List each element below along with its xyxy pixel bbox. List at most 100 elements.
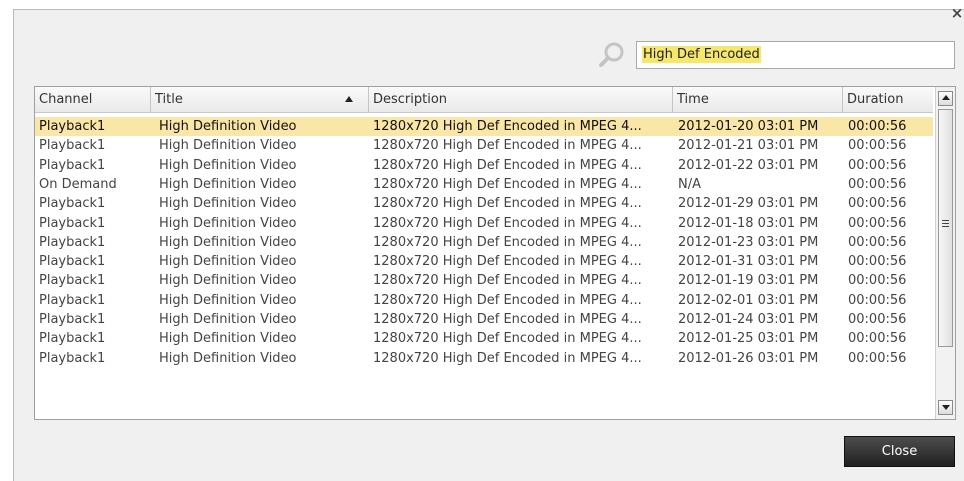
column-header-time[interactable]: Time xyxy=(672,87,842,112)
cell-time: 2012-01-21 03:01 PM xyxy=(678,138,819,154)
cell-channel: Playback1 xyxy=(39,292,106,308)
cell-title: High Definition Video xyxy=(159,273,297,289)
column-header-title-label: Title xyxy=(155,92,183,107)
close-icon[interactable]: × xyxy=(950,3,964,23)
cell-description: 1280x720 High Def Encoded in MPEG 4... xyxy=(373,292,642,308)
scroll-thumb[interactable] xyxy=(938,109,953,347)
cell-time: 2012-02-01 03:01 PM xyxy=(678,292,819,308)
results-table: Channel Title Description Time Duration … xyxy=(34,86,956,420)
cell-duration: 00:00:56 xyxy=(848,138,907,154)
scroll-up-button[interactable] xyxy=(938,91,953,106)
cell-duration: 00:00:56 xyxy=(848,273,907,289)
cell-description: 1280x720 High Def Encoded in MPEG 4... xyxy=(373,273,642,289)
sort-ascending-icon xyxy=(345,96,353,102)
cell-description: 1280x720 High Def Encoded in MPEG 4... xyxy=(373,119,642,134)
cell-duration: 00:00:56 xyxy=(848,254,907,270)
grip-icon xyxy=(942,220,949,229)
cell-duration: 00:00:56 xyxy=(848,312,907,327)
table-row[interactable]: Playback1 High Definition Video 1280x720 H… xyxy=(35,329,933,348)
cell-description: 1280x720 High Def Encoded in MPEG 4... xyxy=(373,157,642,173)
table-row[interactable]: Playback1 High Definition Video 1280x720 H… xyxy=(35,310,933,329)
column-header-duration[interactable]: Duration xyxy=(842,87,933,112)
chevron-down-icon xyxy=(942,405,950,410)
close-button[interactable]: Close xyxy=(844,436,955,467)
table-row[interactable]: On Demand High Definition Video 1280x720 H… xyxy=(35,175,933,194)
cell-time: 2012-01-31 03:01 PM xyxy=(678,254,819,270)
cell-title: High Definition Video xyxy=(159,196,297,212)
scroll-down-button[interactable] xyxy=(938,400,953,415)
search-input[interactable]: High Def Encoded xyxy=(636,41,955,69)
cell-duration: 00:00:56 xyxy=(848,196,907,212)
table-row[interactable]: Playback1 High Definition Video 1280x720 H… xyxy=(35,117,933,136)
table-row[interactable]: Playback1 High Definition Video 1280x720 H… xyxy=(35,271,933,290)
cell-duration: 00:00:56 xyxy=(848,215,907,231)
cell-time: 2012-01-24 03:01 PM xyxy=(678,312,819,327)
column-header-description[interactable]: Description xyxy=(368,87,672,112)
cell-channel: On Demand xyxy=(39,176,117,192)
cell-title: High Definition Video xyxy=(159,215,297,231)
cell-title: High Definition Video xyxy=(159,157,297,173)
cell-time: N/A xyxy=(678,176,701,192)
cell-channel: Playback1 xyxy=(39,312,106,327)
cell-title: High Definition Video xyxy=(159,331,297,347)
cell-description: 1280x720 High Def Encoded in MPEG 4... xyxy=(373,196,642,212)
cell-time: 2012-01-18 03:01 PM xyxy=(678,215,819,231)
cell-time: 2012-01-26 03:01 PM xyxy=(678,350,819,366)
cell-duration: 00:00:56 xyxy=(848,119,907,134)
table-row[interactable]: Playback1 High Definition Video 1280x720 H… xyxy=(35,136,933,155)
cell-duration: 00:00:56 xyxy=(848,157,907,173)
cell-title: High Definition Video xyxy=(159,292,297,308)
cell-channel: Playback1 xyxy=(39,157,106,173)
search-input-value: High Def Encoded xyxy=(642,46,761,63)
cell-time: 2012-01-29 03:01 PM xyxy=(678,196,819,212)
cell-channel: Playback1 xyxy=(39,138,106,154)
column-header-title[interactable]: Title xyxy=(150,87,368,112)
table-header: Channel Title Description Time Duration xyxy=(35,87,933,113)
cell-channel: Playback1 xyxy=(39,119,106,134)
table-row[interactable]: Playback1 High Definition Video 1280x720 H… xyxy=(35,349,933,368)
cell-time: 2012-01-20 03:01 PM xyxy=(678,119,819,134)
search-icon[interactable] xyxy=(597,40,627,70)
cell-duration: 00:00:56 xyxy=(848,331,907,347)
vertical-scrollbar[interactable] xyxy=(935,87,955,419)
cell-description: 1280x720 High Def Encoded in MPEG 4... xyxy=(373,138,642,154)
column-header-channel[interactable]: Channel xyxy=(35,87,150,112)
cell-description: 1280x720 High Def Encoded in MPEG 4... xyxy=(373,312,642,327)
cell-description: 1280x720 High Def Encoded in MPEG 4... xyxy=(373,176,642,192)
cell-title: High Definition Video xyxy=(159,312,297,327)
cell-duration: 00:00:56 xyxy=(848,350,907,366)
chevron-up-icon xyxy=(942,95,950,100)
cell-description: 1280x720 High Def Encoded in MPEG 4... xyxy=(373,331,642,347)
cell-description: 1280x720 High Def Encoded in MPEG 4... xyxy=(373,234,642,250)
cell-description: 1280x720 High Def Encoded in MPEG 4... xyxy=(373,215,642,231)
cell-title: High Definition Video xyxy=(159,234,297,250)
cell-duration: 00:00:56 xyxy=(848,292,907,308)
cell-title: High Definition Video xyxy=(159,254,297,270)
cell-channel: Playback1 xyxy=(39,196,106,212)
cell-description: 1280x720 High Def Encoded in MPEG 4... xyxy=(373,254,642,270)
cell-duration: 00:00:56 xyxy=(848,234,907,250)
cell-time: 2012-01-25 03:01 PM xyxy=(678,331,819,347)
cell-title: High Definition Video xyxy=(159,119,297,134)
cell-channel: Playback1 xyxy=(39,254,106,270)
cell-channel: Playback1 xyxy=(39,273,106,289)
table-row[interactable]: Playback1 High Definition Video 1280x720 H… xyxy=(35,214,933,233)
cell-duration: 00:00:56 xyxy=(848,176,907,192)
cell-time: 2012-01-19 03:01 PM xyxy=(678,273,819,289)
table-row[interactable]: Playback1 High Definition Video 1280x720 H… xyxy=(35,233,933,252)
cell-title: High Definition Video xyxy=(159,350,297,366)
search-results-dialog: × High Def Encoded Channel Title Descrip… xyxy=(13,4,964,481)
table-row[interactable]: Playback1 High Definition Video 1280x720 H… xyxy=(35,291,933,310)
cell-channel: Playback1 xyxy=(39,215,106,231)
table-row[interactable]: Playback1 High Definition Video 1280x720 H… xyxy=(35,252,933,271)
cell-title: High Definition Video xyxy=(159,138,297,154)
table-row[interactable]: Playback1 High Definition Video 1280x720 H… xyxy=(35,156,933,175)
cell-time: 2012-01-23 03:01 PM xyxy=(678,234,819,250)
cell-description: 1280x720 High Def Encoded in MPEG 4... xyxy=(373,350,642,366)
table-row[interactable]: Playback1 High Definition Video 1280x720 H… xyxy=(35,194,933,213)
cell-channel: Playback1 xyxy=(39,234,106,250)
cell-channel: Playback1 xyxy=(39,350,106,366)
cell-title: High Definition Video xyxy=(159,176,297,192)
cell-channel: Playback1 xyxy=(39,331,106,347)
cell-time: 2012-01-22 03:01 PM xyxy=(678,157,819,173)
